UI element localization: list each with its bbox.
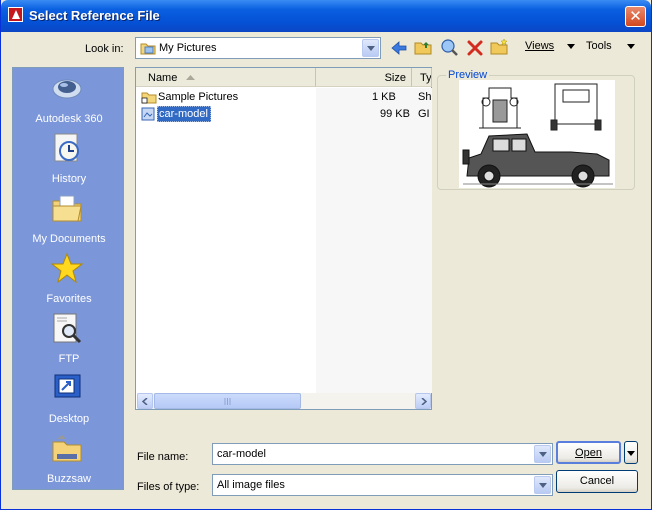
folder-shortcut-icon [141,92,157,104]
scroll-right-button[interactable] [415,393,431,409]
search-web-icon[interactable] [440,38,458,56]
back-arrow-icon[interactable] [390,39,408,57]
place-buzzsaw[interactable]: Buzzsaw [13,432,125,492]
select-reference-file-dialog: Select Reference File ✕ Look in: My Pict… [0,0,652,510]
my-documents-icon [52,195,82,222]
place-history[interactable]: History [13,132,125,192]
look-in-dropdown[interactable]: My Pictures [135,37,381,59]
delete-icon[interactable] [466,39,484,57]
views-menu[interactable]: Views [525,40,554,52]
file-name-input[interactable]: car-model [212,443,553,465]
history-icon [54,133,79,162]
title-bar[interactable]: Select Reference File ✕ [1,0,651,32]
file-type-value: All image files [217,479,285,491]
chevron-left-icon [142,398,148,405]
horizontal-scrollbar[interactable] [137,393,431,409]
preview-image [459,80,615,188]
place-ftp[interactable]: FTP [13,312,125,372]
image-file-icon [141,107,155,121]
place-autodesk-360[interactable]: Autodesk 360 [13,72,125,132]
place-label: Autodesk 360 [35,113,103,125]
column-header-type[interactable]: Ty [412,68,432,87]
place-label: Buzzsaw [46,473,92,485]
chevron-right-icon [421,398,427,405]
close-icon: ✕ [629,7,642,25]
file-name: Sample Pictures [158,91,239,103]
place-label: Favorites [46,293,92,305]
views-dropdown-icon[interactable] [567,44,575,49]
open-button-label: Open [575,447,602,459]
autodesk-360-icon [52,79,82,99]
close-button[interactable]: ✕ [625,6,646,27]
open-options-button[interactable] [624,441,638,464]
open-button[interactable]: Open [556,441,621,464]
column-header-size[interactable]: Size [316,68,412,87]
up-folder-icon[interactable] [414,38,432,56]
places-bar: Autodesk 360 History My Documents Favori… [12,67,124,490]
ftp-icon [53,313,82,344]
list-item-selected[interactable]: car-model 99 KB GI [136,106,432,122]
window-title: Select Reference File [29,8,160,23]
place-label: History [51,173,87,185]
tools-menu[interactable]: Tools [586,40,612,52]
file-type-dropdown[interactable]: All image files [212,474,553,496]
favorites-icon [51,252,83,284]
column-header-name[interactable]: Name [136,68,316,87]
file-name: car-model [159,108,208,120]
tools-dropdown-icon[interactable] [627,44,635,49]
place-label: My Documents [32,233,106,245]
grip-icon [224,398,231,405]
file-list[interactable]: Name Size Ty Sample Pictures 1 KB Sh car… [135,67,432,410]
scroll-left-button[interactable] [137,393,153,409]
sort-column-shading [316,88,432,393]
file-size: 99 KB [380,108,410,120]
sort-ascending-icon [186,75,195,80]
cancel-button-label: Cancel [579,475,615,487]
look-in-value: My Pictures [159,42,217,54]
desktop-icon [54,374,81,398]
file-type-label: Files of type: [137,481,200,493]
buzzsaw-icon [52,435,82,462]
chevron-down-icon[interactable] [362,39,379,57]
file-name-value: car-model [217,448,266,460]
place-label: Desktop [48,413,90,425]
scrollbar-thumb[interactable] [154,393,301,409]
list-item[interactable]: Sample Pictures 1 KB Sh [136,89,432,105]
file-type: Sh [418,91,432,103]
cancel-button[interactable]: Cancel [556,470,638,493]
autocad-logo-icon [8,7,23,22]
file-size: 1 KB [372,91,396,103]
file-name-label: File name: [137,451,189,463]
my-pictures-folder-icon [140,43,156,55]
look-in-label: Look in: [85,43,124,55]
place-desktop[interactable]: Desktop [13,372,125,432]
dropdown-arrow-icon [627,451,635,456]
place-label: FTP [58,353,80,365]
chevron-down-icon[interactable] [534,476,551,494]
place-favorites[interactable]: Favorites [13,252,125,312]
file-type: GI [418,108,430,120]
chevron-down-icon[interactable] [534,445,551,463]
new-folder-icon[interactable] [490,38,508,56]
place-my-documents[interactable]: My Documents [13,192,125,252]
